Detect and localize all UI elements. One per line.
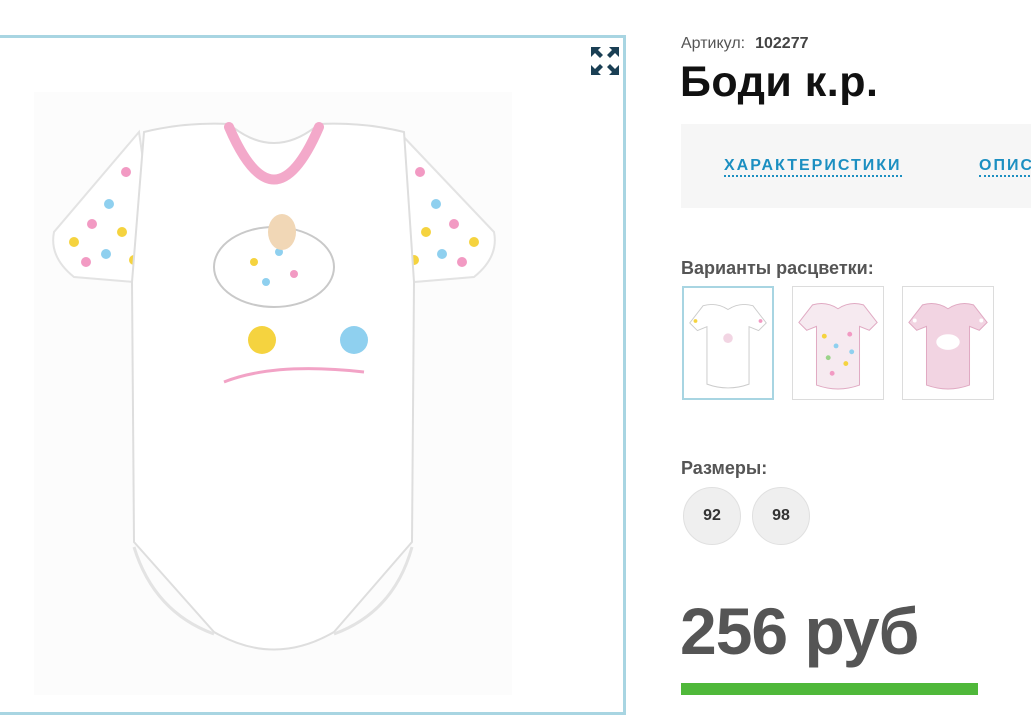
tab-characteristics[interactable]: ХАРАКТЕРИСТИКИ: [724, 157, 902, 177]
sku-label: Артикул:: [681, 35, 746, 52]
color-variant-2[interactable]: [792, 286, 884, 400]
size-option-98[interactable]: 98: [752, 487, 810, 545]
size-option-92[interactable]: 92: [683, 487, 741, 545]
variants-label: Варианты расцветки:: [681, 258, 874, 278]
buy-button[interactable]: [681, 683, 978, 695]
sizes-label: Размеры:: [681, 458, 768, 478]
product-main-image[interactable]: [34, 92, 512, 695]
product-title: Боди к.р.: [680, 58, 879, 106]
sku: Артикул: 102277: [681, 35, 808, 53]
tab-description[interactable]: ОПИС: [979, 157, 1031, 177]
tabs-bar: ХАРАКТЕРИСТИКИ ОПИС: [681, 124, 1031, 208]
color-variant-1[interactable]: [682, 286, 774, 400]
sku-value: 102277: [755, 35, 809, 52]
color-variant-3[interactable]: [902, 286, 994, 400]
expand-arrows-icon[interactable]: [589, 45, 621, 77]
price: 256 руб: [680, 594, 919, 668]
